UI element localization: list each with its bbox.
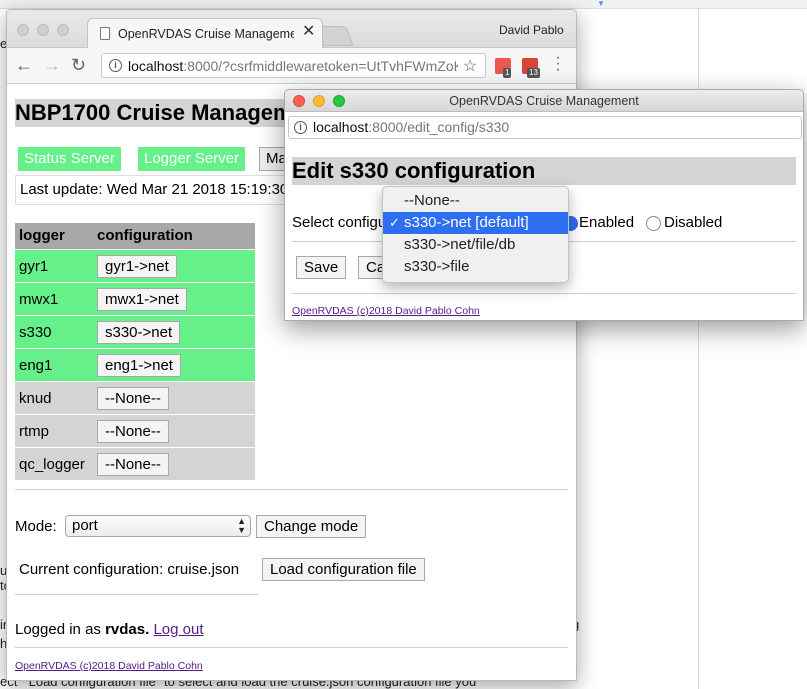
close-window-button[interactable] (17, 24, 29, 36)
popup-url[interactable]: localhost:8000/edit_config/s330 (313, 117, 509, 138)
address-bar[interactable]: i localhost:8000/?csrfmiddlewaretoken=Ut… (101, 53, 486, 78)
browser-titlebar: OpenRVDAS Cruise Management ✕ David Pabl… (7, 10, 576, 49)
save-button[interactable]: Save (296, 256, 347, 279)
login-status: Logged in as rvdas. Log out (15, 621, 204, 638)
back-arrow-icon[interactable]: ← (15, 55, 33, 75)
column-header-logger: logger (19, 227, 65, 244)
disabled-radio[interactable] (646, 216, 661, 231)
table-row: eng1 eng1->net (15, 348, 255, 381)
reload-icon[interactable]: ↻ (71, 55, 86, 75)
popup-titlebar: OpenRVDAS Cruise Management (285, 90, 803, 112)
logger-config-button[interactable]: mwx1->net (97, 288, 187, 311)
ruler-marker-icon: ▼ (597, 0, 605, 8)
logger-config-button[interactable]: --None-- (97, 387, 169, 410)
table-header: logger configuration (15, 223, 255, 249)
table-row: qc_logger --None-- (15, 447, 255, 480)
logger-config-button[interactable]: --None-- (97, 420, 169, 443)
mode-select[interactable]: port ▲ ▼ (65, 515, 251, 537)
dropdown-option[interactable]: s330->file (383, 256, 568, 278)
checkmark-icon: ✓ (389, 215, 400, 230)
browser-toolbar: ← → ↻ i localhost:8000/?csrfmiddlewareto… (7, 48, 576, 84)
logger-name: eng1 (19, 357, 53, 374)
dropdown-option-selected[interactable]: ✓ s330->net [default] (383, 212, 568, 234)
logger-name: rtmp (19, 423, 49, 440)
popup-address-bar[interactable]: i localhost:8000/edit_config/s330 (288, 116, 802, 139)
browser-tab[interactable]: OpenRVDAS Cruise Management ✕ (87, 18, 323, 49)
logout-link[interactable]: Log out (153, 621, 203, 638)
forward-arrow-icon[interactable]: → (43, 55, 61, 75)
browser-menu-icon[interactable]: · · · (555, 50, 561, 78)
divider (15, 594, 258, 595)
profile-name[interactable]: David Pablo (499, 23, 564, 37)
address-url[interactable]: localhost:8000/?csrfmiddlewaretoken=UtTv… (128, 58, 458, 74)
column-header-configuration: configuration (97, 227, 193, 244)
tab-title: OpenRVDAS Cruise Management (118, 27, 294, 41)
status-server-button[interactable]: Status Server (18, 147, 121, 171)
popup-title: OpenRVDAS Cruise Management (449, 94, 639, 108)
logger-config-button[interactable]: gyr1->net (97, 255, 177, 278)
logger-config-button[interactable]: eng1->net (97, 354, 181, 377)
enabled-label: Enabled (579, 214, 635, 231)
logger-name: mwx1 (19, 291, 59, 308)
popup-heading: Edit s330 configuration (292, 157, 796, 185)
logger-name: s330 (19, 324, 52, 341)
minimize-window-button[interactable] (37, 24, 49, 36)
load-configuration-button[interactable]: Load configuration file (262, 558, 425, 581)
divider (292, 293, 796, 294)
divider (15, 647, 568, 648)
info-icon[interactable]: i (109, 59, 122, 72)
logger-name: qc_logger (19, 456, 85, 473)
logger-name: gyr1 (19, 258, 49, 275)
dropdown-option[interactable]: s330->net/file/db (383, 234, 568, 256)
mode-select-value: port (72, 517, 98, 534)
configuration-dropdown[interactable]: --None-- ✓ s330->net [default] s330->net… (382, 186, 569, 283)
extension-badge: 1 (503, 68, 512, 78)
table-row: mwx1 mwx1->net (15, 282, 255, 315)
document-icon (100, 27, 110, 40)
logger-config-button[interactable]: --None-- (97, 453, 169, 476)
extension-badge: 13 (527, 68, 540, 78)
last-update: Last update: Wed Mar 21 2018 15:19:30 GM… (15, 175, 305, 205)
page-title: NBP1700 Cruise Management (15, 99, 315, 127)
background-ruler: ▼ (0, 0, 807, 9)
login-prefix: Logged in as (15, 621, 101, 638)
disabled-label: Disabled (664, 214, 723, 231)
change-mode-button[interactable]: Change mode (256, 515, 367, 538)
current-configuration: Current configuration: cruise.json (19, 561, 240, 578)
table-row: knud --None-- (15, 381, 255, 414)
bookmark-star-icon[interactable]: ☆ (463, 56, 477, 76)
table-row: s330 s330->net (15, 315, 255, 348)
tab-close-icon[interactable]: ✕ (302, 24, 315, 40)
logger-server-button[interactable]: Logger Server (138, 147, 246, 171)
dropdown-option-label: --None-- (404, 192, 460, 209)
mode-label: Mode: (15, 518, 57, 535)
select-arrows-icon: ▲ ▼ (237, 516, 246, 535)
table-row: gyr1 gyr1->net (15, 249, 255, 282)
login-user: rvdas. (105, 621, 150, 638)
edit-config-popup-window: OpenRVDAS Cruise Management i localhost:… (284, 89, 804, 321)
table-row: rtmp --None-- (15, 414, 255, 447)
zoom-window-button[interactable] (57, 24, 69, 36)
popup-footer-link[interactable]: OpenRVDAS (c)2018 David Pablo Cohn (292, 305, 480, 317)
logger-name: knud (19, 390, 52, 407)
dropdown-option-label: s330->file (404, 258, 470, 275)
divider (15, 489, 568, 490)
dropdown-option-label: s330->net/file/db (404, 236, 516, 253)
dropdown-option-label: s330->net [default] (404, 214, 529, 231)
info-icon[interactable]: i (294, 121, 307, 134)
footer-link[interactable]: OpenRVDAS (c)2018 David Pablo Cohn (15, 660, 203, 672)
dropdown-option[interactable]: --None-- (383, 190, 568, 212)
logger-table: logger configuration gyr1 gyr1->net mwx1… (15, 223, 255, 480)
logger-config-button[interactable]: s330->net (97, 321, 181, 344)
